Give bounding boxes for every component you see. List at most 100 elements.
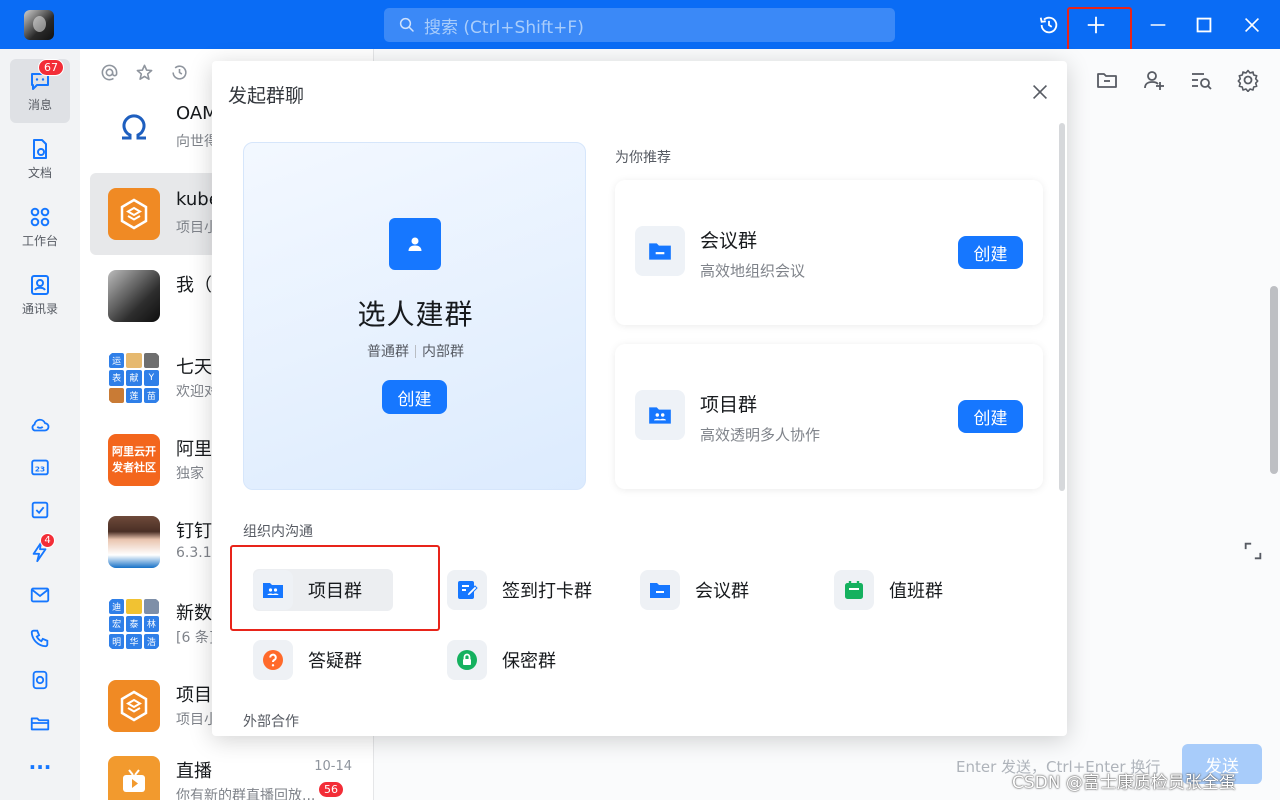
recent-icon[interactable] [170,63,189,82]
aliyun-avatar: 阿里云开发者社区 [108,434,160,486]
rail-item-workbench[interactable]: 工作台 [10,195,70,259]
create-button[interactable]: 创建 [958,236,1023,269]
conversation-preview: 你有新的群直播回放... [176,788,316,800]
live-avatar [108,756,160,800]
scrollbar[interactable] [1270,286,1278,474]
conversation-title: 阿里 [176,439,212,460]
ding-icon[interactable]: 4 [26,533,55,566]
rail-item-contacts[interactable]: 通讯录 [10,263,70,327]
create-button[interactable]: 创建 [382,380,447,414]
conversation-title: 直播 [176,761,212,782]
group-type-meeting[interactable]: 会议群 [640,569,749,611]
group-type-label: 签到打卡群 [502,581,592,602]
settings-gear-icon[interactable] [1236,68,1260,92]
group-type-label: 会议群 [695,581,749,602]
checkin-icon [447,570,487,610]
subtitle-internal-group: 内部群 [422,344,464,360]
folder-icon[interactable] [26,709,54,737]
lock-icon [447,640,487,680]
rail-label: 通讯录 [21,302,58,316]
group-type-checkin[interactable]: 签到打卡群 [447,569,592,611]
group-avatar: 运 表 献 Y 莲 苗 [108,352,160,404]
card-subtitle: 普通群 内部群 [244,341,587,361]
folder-icon [640,570,680,610]
recommend-title: 会议群 [700,230,758,252]
history-icon[interactable] [1034,10,1064,40]
close-icon[interactable] [1029,81,1051,103]
search-icon [399,17,414,32]
card-title: 选人建群 [357,298,474,331]
conversation-preview: 6.3.1 [176,545,212,561]
cloud-icon[interactable] [26,411,54,439]
calendar-icon[interactable]: 23 [26,453,54,481]
phone-icon[interactable] [26,624,54,652]
add-member-icon[interactable] [1142,68,1166,92]
star-icon[interactable] [135,63,154,82]
create-group-dialog: 发起群聊 选人建群 普通群 内部群 创建 为你推荐 会议群 高效地组织会议 创建 … [212,61,1067,736]
contacts-icon [31,275,49,295]
group-type-label: 值班群 [889,581,943,602]
document-copy-icon[interactable] [26,666,54,694]
conversation-filters [100,63,189,82]
duty-calendar-icon [834,570,874,610]
more-icon[interactable]: ··· [26,753,54,781]
rail-label: 工作台 [21,234,58,248]
recommend-card-meeting[interactable]: 会议群 高效地组织会议 创建 [615,180,1043,325]
conversation-preview: 独家 [176,466,204,482]
recommend-title: 项目群 [700,394,758,416]
at-mention-icon[interactable] [100,63,119,82]
unread-badge: 56 [318,781,344,798]
watermark: CSDN @富士康质检员张全蛋 [1012,773,1236,793]
folder-icon [635,226,685,276]
group-type-secret[interactable]: 保密群 [447,639,556,681]
rail-label: 文档 [27,166,52,180]
search-messages-icon[interactable] [1189,68,1213,92]
expand-icon[interactable] [1242,540,1264,562]
conversation-time: 10-14 [314,759,352,774]
conversation-title: 七天 [176,357,212,378]
close-window-icon[interactable] [1237,10,1267,40]
recommend-card-project[interactable]: 项目群 高效透明多人协作 创建 [615,344,1043,489]
recommend-label: 为你推荐 [615,150,671,166]
unread-badge: 67 [38,59,64,76]
create-button[interactable]: 创建 [958,400,1023,433]
ding-badge: 4 [40,533,55,548]
search-box[interactable]: 搜索 (Ctrl+Shift+F) [384,8,895,42]
conversation-title: 新数 [176,603,212,624]
photo-avatar [108,516,160,568]
hex-avatar [108,680,160,732]
search-placeholder: 搜索 (Ctrl+Shift+F) [424,17,584,38]
conversation-title: 钉钉 [176,521,212,542]
group-type-label: 保密群 [502,651,556,672]
recommend-desc: 高效地组织会议 [700,262,806,280]
rail-item-messages[interactable]: 消息 67 [10,59,70,123]
rail-label: 消息 [27,98,52,112]
minimize-icon[interactable] [1143,10,1173,40]
conversation-title: 项目 [176,685,212,706]
group-avatar: 迪 宏 泰 林 明 华 浩 [108,598,160,650]
folder-icon[interactable] [1095,68,1119,92]
subtitle-normal-group: 普通群 [367,344,409,360]
group-type-duty[interactable]: 值班群 [834,569,943,611]
project-folder-icon [635,390,685,440]
section-label-external: 外部合作 [243,714,299,730]
photo-avatar [108,270,160,322]
todo-icon[interactable] [26,496,54,524]
recommend-desc: 高效透明多人协作 [700,426,821,444]
user-avatar[interactable] [24,10,54,40]
conversation-preview: [6 条] [176,630,215,646]
rail-item-docs[interactable]: 文档 [10,127,70,191]
dialog-title: 发起群聊 [228,85,305,107]
mail-icon[interactable] [26,581,54,609]
group-type-qa[interactable]: 答疑群 [253,639,362,681]
conversation-item[interactable]: 直播 你有新的群直播回放... 10-14 56 [90,741,374,800]
dialog-scrollbar[interactable] [1059,123,1065,491]
omega-avatar [108,102,160,154]
document-icon [33,139,47,159]
nav-rail: 消息 67 文档 工作台 通讯录 23 4 ··· [0,49,80,800]
hex-avatar [108,188,160,240]
calendar-day: 23 [35,465,45,474]
maximize-icon[interactable] [1189,10,1219,40]
annotation-highlight-project [230,545,440,631]
select-people-card[interactable]: 选人建群 普通群 内部群 创建 [243,142,586,490]
